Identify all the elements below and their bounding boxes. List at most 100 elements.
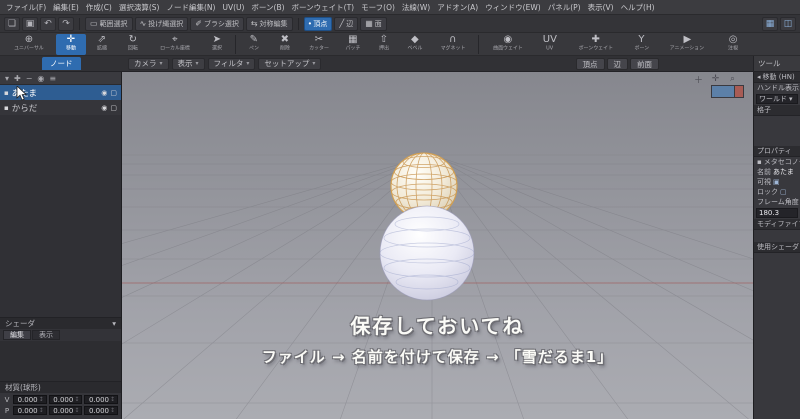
- tool-universal[interactable]: ⊕ ユニバーサル: [3, 34, 55, 55]
- grid-view-icon[interactable]: ▦: [762, 16, 778, 31]
- open-icon[interactable]: ❏: [4, 16, 20, 31]
- spinner-icon[interactable]: ↕: [74, 396, 79, 404]
- visibility-toggle-icon[interactable]: ◉: [101, 89, 107, 97]
- edge-mode-button[interactable]: ╱ 辺: [334, 16, 359, 31]
- coordinate-select[interactable]: ワールド ▾: [756, 94, 798, 104]
- visibility-icon[interactable]: ◉: [37, 74, 44, 83]
- brush-select-button[interactable]: ✐ ブラシ選択: [190, 16, 244, 31]
- symmetry-edit-button[interactable]: ⇆ 対称編集: [245, 16, 293, 31]
- tool-magnet[interactable]: ∩ マグネット: [431, 34, 475, 55]
- object-row-body[interactable]: ▪ からだ ◉ ▢: [0, 100, 121, 115]
- pan-icon[interactable]: ✛: [709, 73, 722, 85]
- tool-rotate[interactable]: ↻ 回転: [118, 34, 148, 55]
- edge-display-button[interactable]: 辺: [606, 57, 628, 70]
- undo-icon[interactable]: ↶: [40, 16, 56, 31]
- lock-toggle-icon[interactable]: ▢: [110, 89, 117, 97]
- tool-local-coord[interactable]: ⌖ ローカル座標: [149, 34, 201, 55]
- shader-use-section-header[interactable]: 使用シェーダ: [754, 242, 800, 253]
- node-tab[interactable]: ノード: [42, 57, 81, 70]
- save-icon[interactable]: ▣: [22, 16, 38, 31]
- menu-panel[interactable]: パネル(P): [548, 2, 581, 13]
- front-display-button[interactable]: 前面: [630, 57, 659, 70]
- select-icon: ➤: [212, 34, 222, 45]
- menu-file[interactable]: ファイル(F): [6, 2, 46, 13]
- spinner-icon[interactable]: ↕: [39, 407, 44, 415]
- panel-menu-icon[interactable]: ≡: [49, 74, 56, 83]
- collapse-icon[interactable]: ▾: [5, 74, 9, 83]
- spinner-icon[interactable]: ↕: [39, 396, 44, 404]
- menu-addon[interactable]: アドオン(A): [437, 2, 478, 13]
- tool-patch[interactable]: ▦ パッチ: [338, 34, 368, 55]
- value-field[interactable]: 0.000 ↕: [13, 406, 47, 415]
- split-view-icon[interactable]: ◫: [780, 16, 796, 31]
- menu-node-edit[interactable]: ノード編集(N): [166, 2, 215, 13]
- property-section-header[interactable]: プロパティ: [754, 146, 800, 157]
- redo-icon[interactable]: ↷: [58, 16, 74, 31]
- vertex-display-button[interactable]: 頂点: [575, 57, 605, 70]
- vertex-mode-button[interactable]: • 頂点: [303, 16, 333, 31]
- spinner-icon[interactable]: ↕: [110, 396, 115, 404]
- setup-dropdown[interactable]: セットアップ ▾: [258, 57, 322, 70]
- zoom-in-icon[interactable]: ＋: [692, 73, 705, 86]
- tool-extrude[interactable]: ⇧ 押出: [369, 34, 399, 55]
- lock-toggle-icon[interactable]: ▢: [110, 104, 117, 112]
- tool-focus[interactable]: ◎ 注視: [718, 34, 748, 55]
- 3d-viewport[interactable]: ＋ ✛ ⌕ 保存しておいてね ファイル → 名前を付けて保存 → 「雪だるま1」: [122, 72, 753, 419]
- visible-checkbox[interactable]: ▣: [773, 178, 780, 186]
- tool-bone-weight[interactable]: ✚ ボーンウェイト: [566, 34, 626, 55]
- tool-move-label: 移動: [65, 45, 76, 51]
- shader-section-header[interactable]: シェーダ ▾: [0, 317, 121, 329]
- tool-bone[interactable]: Y ボーン: [626, 34, 656, 55]
- shader-tab-edit[interactable]: 編集: [3, 330, 31, 340]
- tool-bevel[interactable]: ◆ ベベル: [400, 34, 430, 55]
- tool-scale[interactable]: ⇗ 拡縮: [87, 34, 117, 55]
- value-field[interactable]: 0.000 ↕: [13, 395, 47, 404]
- menu-window[interactable]: ウィンドウ(EW): [485, 2, 541, 13]
- view-orientation-widget[interactable]: [711, 85, 744, 98]
- tool-uv[interactable]: UV UV: [535, 34, 565, 55]
- menu-bone-weight[interactable]: ボーンウェイト(T): [292, 2, 355, 13]
- spinner-icon[interactable]: ↕: [74, 407, 79, 415]
- material-section-header[interactable]: 材質(球形): [0, 381, 121, 393]
- lasso-select-button[interactable]: ∿ 投げ縄選択: [134, 16, 189, 31]
- camera-dropdown[interactable]: カメラ ▾: [128, 57, 169, 70]
- tool-cutter[interactable]: ✂ カッター: [301, 34, 337, 55]
- move-section-header[interactable]: ◂ 移動 (HN): [754, 72, 800, 83]
- menu-view[interactable]: 表示(V): [588, 2, 614, 13]
- value-field[interactable]: 0.000 ↕: [48, 406, 83, 415]
- menu-morph[interactable]: モーフ(O): [361, 2, 395, 13]
- value-row: V 0.000 ↕ 0.000 ↕ 0.000 ↕: [3, 394, 119, 405]
- value-field[interactable]: 0.000 ↕: [48, 395, 83, 404]
- menu-help[interactable]: ヘルプ(H): [621, 2, 655, 13]
- visibility-toggle-icon[interactable]: ◉: [101, 104, 107, 112]
- add-object-icon[interactable]: ✚: [14, 74, 21, 83]
- menu-normal[interactable]: 法線(W): [402, 2, 430, 13]
- tool-erase[interactable]: ✖ 削除: [270, 34, 300, 55]
- remove-object-icon[interactable]: −: [26, 74, 33, 83]
- value-field[interactable]: 0.000 ↕: [84, 395, 119, 404]
- grid-section-header[interactable]: 格子: [754, 105, 800, 116]
- face-mode-label: 面: [374, 20, 382, 28]
- menu-create[interactable]: 作成(C): [86, 2, 112, 13]
- display-dropdown[interactable]: 表示 ▾: [171, 57, 205, 70]
- shader-tab-display[interactable]: 表示: [32, 330, 60, 340]
- filter-dropdown[interactable]: フィルタ ▾: [207, 57, 256, 70]
- menu-edit[interactable]: 編集(E): [53, 2, 79, 13]
- snowman-body[interactable]: [379, 205, 475, 301]
- magnifier-icon[interactable]: ⌕: [726, 73, 739, 85]
- lock-checkbox[interactable]: ▢: [780, 188, 787, 196]
- value-field[interactable]: 0.000 ↕: [84, 406, 119, 415]
- tool-pen[interactable]: ✎ ペン: [239, 34, 269, 55]
- menu-bone[interactable]: ボーン(B): [251, 2, 284, 13]
- modifier-section-header[interactable]: モディファイア: [754, 219, 800, 230]
- face-mode-button[interactable]: ▦ 面: [360, 16, 387, 31]
- frame-angle-field[interactable]: 180.3: [756, 208, 798, 218]
- tool-surface-weight[interactable]: ◉ 曲面ウェイト: [482, 34, 534, 55]
- tool-animation[interactable]: ▶ アニメーション: [657, 34, 717, 55]
- spinner-icon[interactable]: ↕: [110, 407, 115, 415]
- range-select-button[interactable]: ▭ 範囲選択: [85, 16, 133, 31]
- menu-uv[interactable]: UV(U): [222, 3, 244, 12]
- menu-selection[interactable]: 選択演算(S): [119, 2, 160, 13]
- tool-select[interactable]: ➤ 選択: [202, 34, 232, 55]
- tool-move[interactable]: ✛ 移動: [55, 34, 86, 55]
